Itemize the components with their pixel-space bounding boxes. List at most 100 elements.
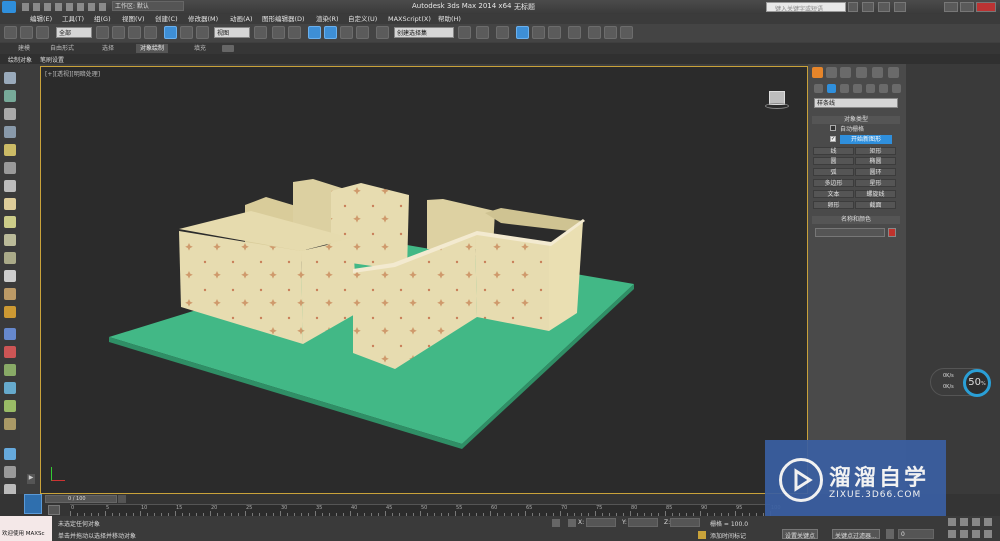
expand-arrow-icon[interactable]: ▶ (27, 474, 35, 484)
curve-editor-icon[interactable] (532, 26, 545, 39)
open-mini-curve-icon[interactable] (48, 505, 60, 515)
menu-edit[interactable]: 编辑(E) (30, 14, 52, 24)
tool-icon-3[interactable] (4, 108, 16, 120)
select-object-icon[interactable] (96, 26, 109, 39)
zoom-extents-icon[interactable] (972, 518, 980, 526)
window-crossing-icon[interactable] (144, 26, 157, 39)
current-frame-field[interactable]: 0 (898, 529, 934, 539)
cameras-icon[interactable] (853, 84, 862, 93)
menu-maxscript[interactable]: MAXScript(X) (388, 14, 431, 24)
object-type-header[interactable]: 对象类型 (812, 116, 900, 124)
menu-help[interactable]: 帮助(H) (438, 14, 461, 24)
start-new-shape-button[interactable]: 开始新图形 (840, 135, 892, 144)
menu-animation[interactable]: 动画(A) (230, 14, 253, 24)
field-of-view-icon[interactable] (948, 530, 956, 538)
select-scale-icon[interactable] (196, 26, 209, 39)
prev-frame-icon[interactable] (118, 495, 126, 503)
tab-modeling[interactable]: 建模 (18, 44, 30, 53)
tab-selection[interactable]: 选择 (102, 44, 114, 53)
selection-filter-dropdown[interactable]: 全部 (56, 27, 92, 38)
ellipse-button[interactable]: 椭圆 (855, 157, 896, 165)
x-coord-field[interactable] (586, 518, 616, 527)
render-production-icon[interactable] (620, 26, 633, 39)
spinner-snap-icon[interactable] (356, 26, 369, 39)
network-monitor-widget[interactable]: 0K/s 0K/s 50% (930, 368, 991, 397)
edit-named-sets-icon[interactable] (376, 26, 389, 39)
layer-manager-icon[interactable] (496, 26, 509, 39)
menu-customize[interactable]: 自定义(U) (348, 14, 377, 24)
set-key-button[interactable]: 设置关键点 (782, 529, 818, 540)
tool-icon-2[interactable] (4, 90, 16, 102)
tool-icon-4[interactable] (4, 126, 16, 138)
select-move-icon[interactable] (164, 26, 177, 39)
help-icon[interactable] (894, 2, 906, 12)
y-coord-field[interactable] (628, 518, 658, 527)
community-icon[interactable] (862, 2, 874, 12)
auto-grid-checkbox[interactable] (830, 125, 836, 131)
zoom-all-icon[interactable] (960, 518, 968, 526)
key-filters-button[interactable]: 关键点过滤器... (832, 529, 880, 540)
menu-views[interactable]: 视图(V) (122, 14, 145, 24)
maximize-button[interactable] (960, 2, 974, 12)
tool-icon-14[interactable] (4, 306, 16, 318)
align-icon[interactable] (476, 26, 489, 39)
circle-button[interactable]: 圆 (813, 157, 854, 165)
keyboard-shortcut-icon[interactable] (288, 26, 301, 39)
timeline-ruler[interactable]: 0510152025303540455055606570758085909510… (70, 504, 781, 516)
ngon-button[interactable]: 多边形 (813, 179, 854, 187)
tab-freeform[interactable]: 自由形式 (50, 44, 74, 53)
tool-icon-13[interactable] (4, 288, 16, 300)
paint-objects-label[interactable]: 绘制对象 (8, 55, 32, 64)
named-selection-dropdown[interactable]: 创建选择集 (394, 27, 454, 38)
tool-icon-16[interactable] (4, 346, 16, 358)
tab-object-paint[interactable]: 对象绘制 (136, 44, 169, 53)
brush-settings-label[interactable]: 笔刷设置 (40, 55, 64, 64)
utilities-tab-icon[interactable] (888, 67, 899, 78)
viewcube[interactable] (765, 87, 789, 109)
shapes-icon[interactable] (827, 84, 836, 93)
pivot-center-icon[interactable] (254, 26, 267, 39)
workspace-dropdown[interactable]: 工作区: 默认 (112, 1, 184, 11)
geometry-icon[interactable] (814, 84, 823, 93)
tool-icon-6[interactable] (4, 162, 16, 174)
donut-button[interactable]: 圆环 (855, 168, 896, 176)
lock-selection-icon[interactable] (552, 519, 560, 527)
ribbon-toggle-icon[interactable] (222, 45, 234, 52)
undo-icon[interactable] (4, 26, 17, 39)
arc-button[interactable]: 弧 (813, 168, 854, 176)
link-icon[interactable] (20, 26, 33, 39)
snaps-toggle-icon[interactable] (308, 26, 321, 39)
search-icon[interactable] (848, 2, 858, 12)
tool-icon-12[interactable] (4, 270, 16, 282)
category-dropdown[interactable]: 样条线 (814, 98, 898, 108)
menu-graph-editors[interactable]: 图形编辑器(D) (262, 14, 305, 24)
minimize-button[interactable] (944, 2, 958, 12)
tool-icon-15[interactable] (4, 328, 16, 340)
star-button[interactable]: 星形 (855, 179, 896, 187)
helix-button[interactable]: 螺旋线 (855, 190, 896, 198)
key-mode-icon[interactable] (886, 529, 894, 539)
tool-icon-1[interactable] (4, 72, 16, 84)
percent-snap-icon[interactable] (340, 26, 353, 39)
menu-modifiers[interactable]: 修改器(M) (188, 14, 218, 24)
text-button[interactable]: 文本 (813, 190, 854, 198)
schematic-view-icon[interactable] (548, 26, 561, 39)
tool-icon-22[interactable] (4, 466, 16, 478)
tool-icon-17[interactable] (4, 364, 16, 376)
object-name-field[interactable] (815, 228, 885, 237)
menu-group[interactable]: 组(G) (94, 14, 111, 24)
menu-rendering[interactable]: 渲染(R) (316, 14, 339, 24)
manipulate-icon[interactable] (272, 26, 285, 39)
rendered-frame-icon[interactable] (604, 26, 617, 39)
start-new-shape-checkbox[interactable]: ✓ (830, 136, 836, 142)
material-editor-icon[interactable] (568, 26, 581, 39)
rectangle-button[interactable]: 矩形 (855, 147, 896, 155)
z-coord-field[interactable] (670, 518, 700, 527)
tool-icon-18[interactable] (4, 382, 16, 394)
angle-snap-icon[interactable] (324, 26, 337, 39)
lights-icon[interactable] (840, 84, 849, 93)
star-icon[interactable] (878, 2, 890, 12)
select-by-name-icon[interactable] (112, 26, 125, 39)
tool-icon-9[interactable] (4, 216, 16, 228)
motion-tab-icon[interactable] (856, 67, 867, 78)
